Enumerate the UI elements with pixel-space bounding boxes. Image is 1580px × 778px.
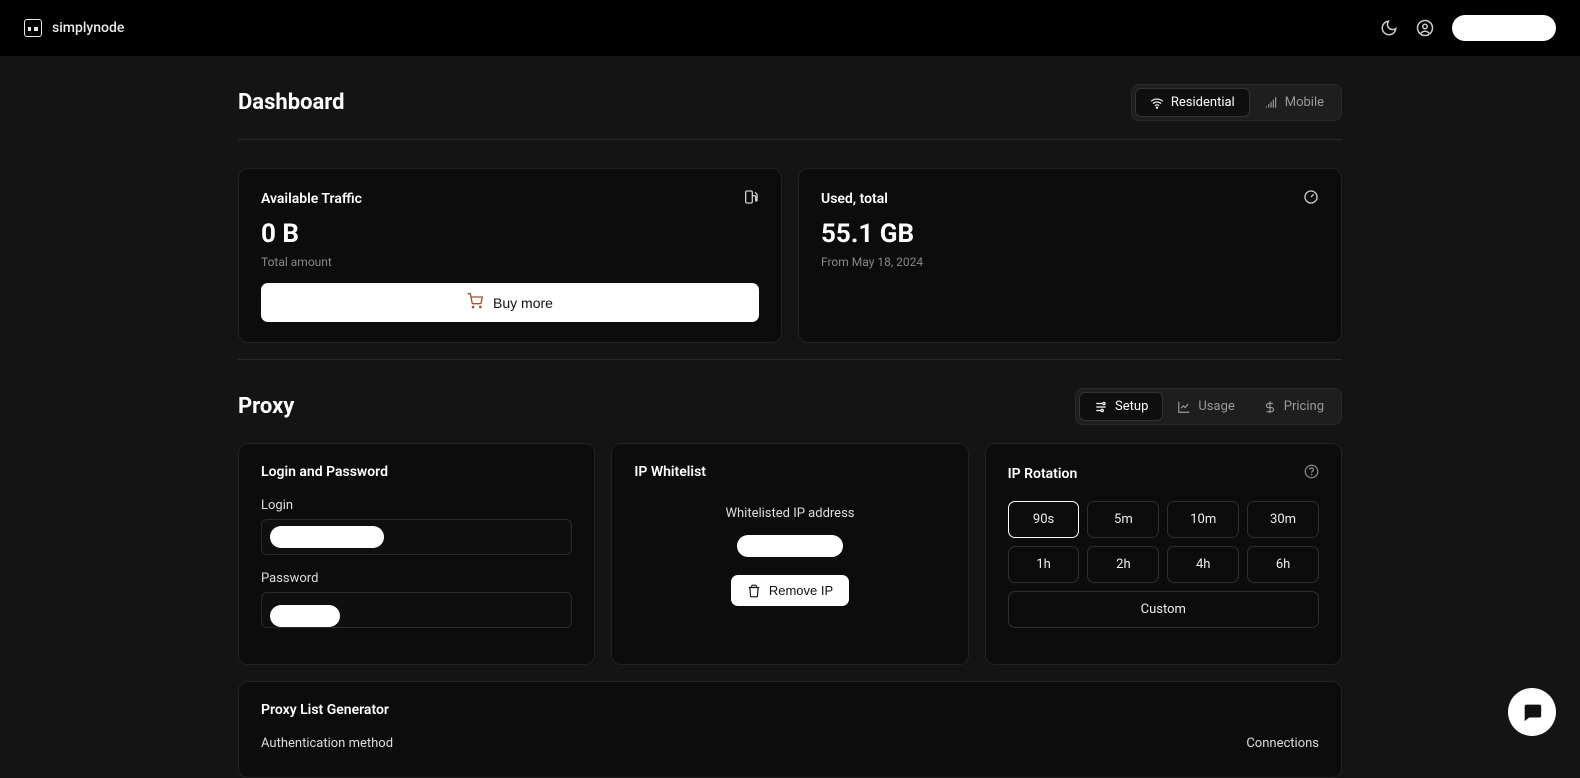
tab-setup[interactable]: Setup (1079, 392, 1163, 421)
available-traffic-card: Available Traffic 0 B Total amount Buy m… (238, 168, 782, 343)
tab-pricing[interactable]: Pricing (1249, 392, 1338, 421)
password-label: Password (261, 571, 572, 586)
whitelist-title: IP Whitelist (634, 464, 945, 480)
page-title: Dashboard (238, 90, 345, 115)
whitelist-label: Whitelisted IP address (634, 506, 945, 521)
available-traffic-sub: Total amount (261, 255, 759, 269)
login-password-card: Login and Password Login Password (238, 443, 595, 665)
logo-icon (24, 19, 42, 37)
login-label: Login (261, 498, 572, 513)
brand[interactable]: simplynode (24, 19, 124, 37)
tab-mobile[interactable]: Mobile (1250, 88, 1338, 117)
user-menu[interactable] (1452, 15, 1556, 41)
ip-whitelist-card: IP Whitelist Whitelisted IP address Remo… (611, 443, 968, 665)
proxy-title: Proxy (238, 394, 294, 419)
login-card-title: Login and Password (261, 464, 572, 480)
account-icon[interactable] (1416, 19, 1434, 37)
used-total-value: 55.1 GB (821, 219, 1319, 249)
tab-residential[interactable]: Residential (1135, 88, 1250, 117)
rotation-option-5m[interactable]: 5m (1087, 501, 1159, 538)
rotation-option-30m[interactable]: 30m (1247, 501, 1319, 538)
help-icon[interactable] (1304, 464, 1319, 483)
chart-icon (1177, 400, 1191, 414)
whitelisted-ip (737, 535, 843, 557)
rotation-option-1h[interactable]: 1h (1008, 546, 1080, 583)
cart-icon (467, 293, 483, 312)
auth-method-label: Authentication method (261, 736, 393, 751)
available-traffic-value: 0 B (261, 219, 759, 249)
rotation-option-4h[interactable]: 4h (1167, 546, 1239, 583)
proxy-tabs: Setup Usage Pricing (1075, 388, 1342, 425)
chat-icon (1521, 701, 1543, 723)
theme-toggle-icon[interactable] (1380, 19, 1398, 37)
connections-label: Connections (1246, 736, 1319, 751)
password-input[interactable] (261, 592, 572, 628)
rotation-option-10m[interactable]: 10m (1167, 501, 1239, 538)
buy-more-button[interactable]: Buy more (261, 283, 759, 322)
trash-icon (747, 584, 761, 598)
used-total-sub: From May 18, 2024 (821, 255, 1319, 269)
generator-title: Proxy List Generator (261, 702, 1319, 718)
used-total-card: Used, total 55.1 GB From May 18, 2024 (798, 168, 1342, 343)
rotation-option-6h[interactable]: 6h (1247, 546, 1319, 583)
chat-launcher[interactable] (1508, 688, 1556, 736)
login-input[interactable] (261, 519, 572, 555)
signal-icon (1264, 96, 1278, 110)
gauge-icon (1303, 189, 1319, 209)
proxy-list-generator-card: Proxy List Generator Authentication meth… (238, 681, 1342, 778)
sliders-icon (1094, 400, 1108, 414)
ip-rotation-card: IP Rotation 90s5m10m30m 1h2h4h6h Custom (985, 443, 1342, 665)
topbar: simplynode (0, 0, 1580, 56)
wifi-icon (1150, 96, 1164, 110)
rotation-title: IP Rotation (1008, 466, 1078, 482)
brand-text: simplynode (52, 20, 124, 36)
used-total-label: Used, total (821, 191, 888, 207)
tab-usage[interactable]: Usage (1163, 392, 1248, 421)
dollar-icon (1263, 400, 1277, 414)
available-traffic-label: Available Traffic (261, 191, 362, 207)
fuel-icon (743, 189, 759, 209)
rotation-custom[interactable]: Custom (1008, 591, 1319, 628)
remove-ip-button[interactable]: Remove IP (731, 575, 849, 606)
network-type-toggle: Residential Mobile (1131, 84, 1342, 121)
rotation-option-90s[interactable]: 90s (1008, 501, 1080, 538)
rotation-option-2h[interactable]: 2h (1087, 546, 1159, 583)
